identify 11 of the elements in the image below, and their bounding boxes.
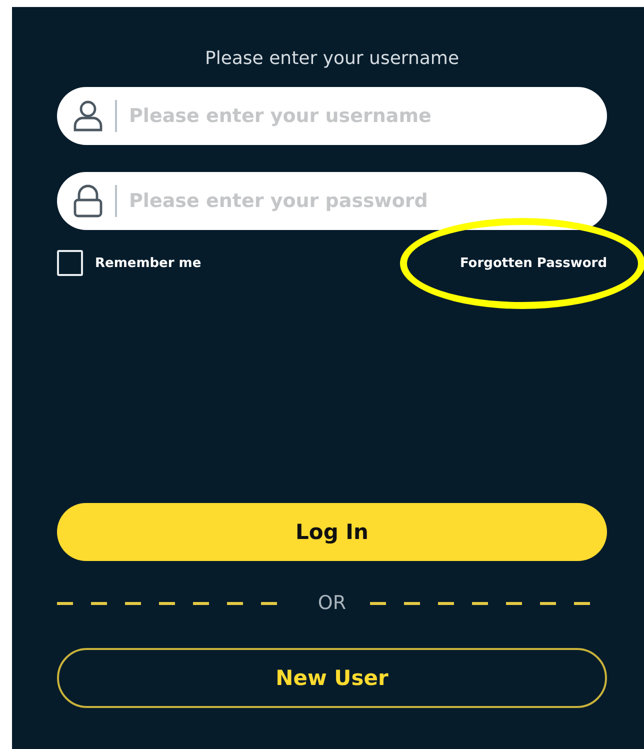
- username-field[interactable]: Please enter your username: [57, 87, 607, 145]
- forgot-password-link[interactable]: Forgotten Password: [460, 256, 607, 270]
- login-button[interactable]: Log In: [57, 503, 607, 561]
- new-user-button[interactable]: New User: [57, 648, 607, 708]
- password-field[interactable]: Please enter your password: [57, 172, 607, 230]
- person-icon: [71, 99, 105, 133]
- remember-label: Remember me: [95, 256, 202, 270]
- lock-icon: [71, 184, 105, 218]
- or-divider-label: OR: [318, 592, 346, 614]
- form-heading: Please enter your username: [204, 47, 460, 71]
- remember-checkbox[interactable]: [57, 250, 83, 276]
